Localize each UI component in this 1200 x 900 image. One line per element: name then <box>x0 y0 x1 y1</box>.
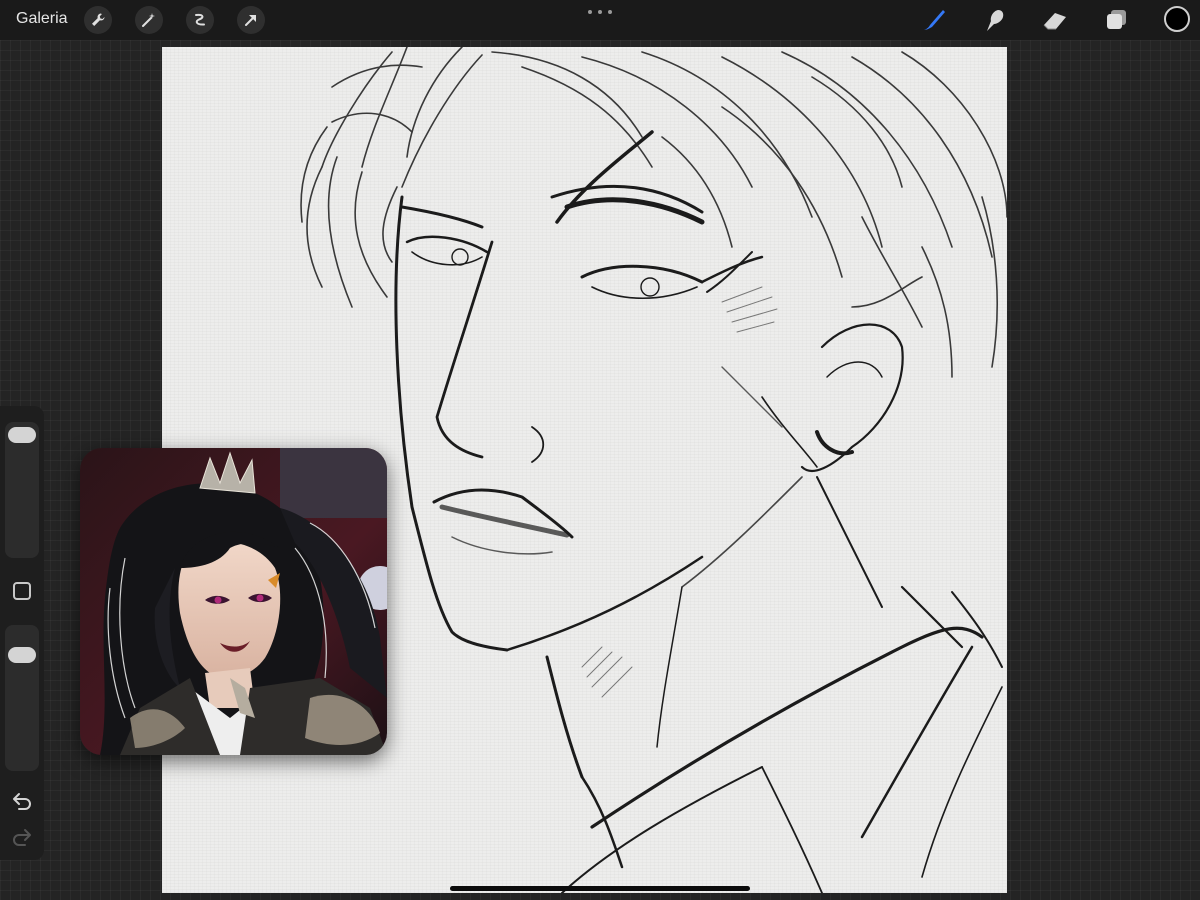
redo-button[interactable] <box>10 826 34 848</box>
undo-icon <box>13 793 31 810</box>
magic-wand-icon <box>142 13 155 27</box>
brush-size-thumb[interactable] <box>8 427 36 443</box>
opacity-thumb[interactable] <box>8 647 36 663</box>
home-indicator <box>450 886 750 891</box>
undo-button[interactable] <box>10 790 34 812</box>
top-toolbar: Galeria <box>0 0 1200 40</box>
wrench-icon <box>92 13 105 26</box>
color-swatch-button[interactable] <box>1164 6 1190 32</box>
actions-button[interactable] <box>84 6 112 34</box>
brush-tool[interactable] <box>920 6 948 34</box>
adjustments-button[interactable] <box>135 6 163 34</box>
layers-button[interactable] <box>1103 6 1131 34</box>
transform-arrow-icon <box>245 15 256 26</box>
smudge-icon <box>987 10 1004 31</box>
gallery-button[interactable]: Galeria <box>16 9 68 29</box>
redo-icon <box>13 829 31 846</box>
selection-button[interactable] <box>186 6 214 34</box>
reference-window[interactable] <box>80 448 387 755</box>
modify-button[interactable] <box>13 582 31 600</box>
more-options-icon[interactable] <box>588 8 612 16</box>
transform-button[interactable] <box>237 6 265 34</box>
brush-icon <box>924 10 945 30</box>
reference-illustration <box>80 448 387 755</box>
eraser-icon <box>1043 13 1066 30</box>
smudge-tool[interactable] <box>980 6 1008 34</box>
layers-icon <box>1107 10 1126 29</box>
selection-icon <box>195 13 205 26</box>
eraser-tool[interactable] <box>1041 6 1069 34</box>
